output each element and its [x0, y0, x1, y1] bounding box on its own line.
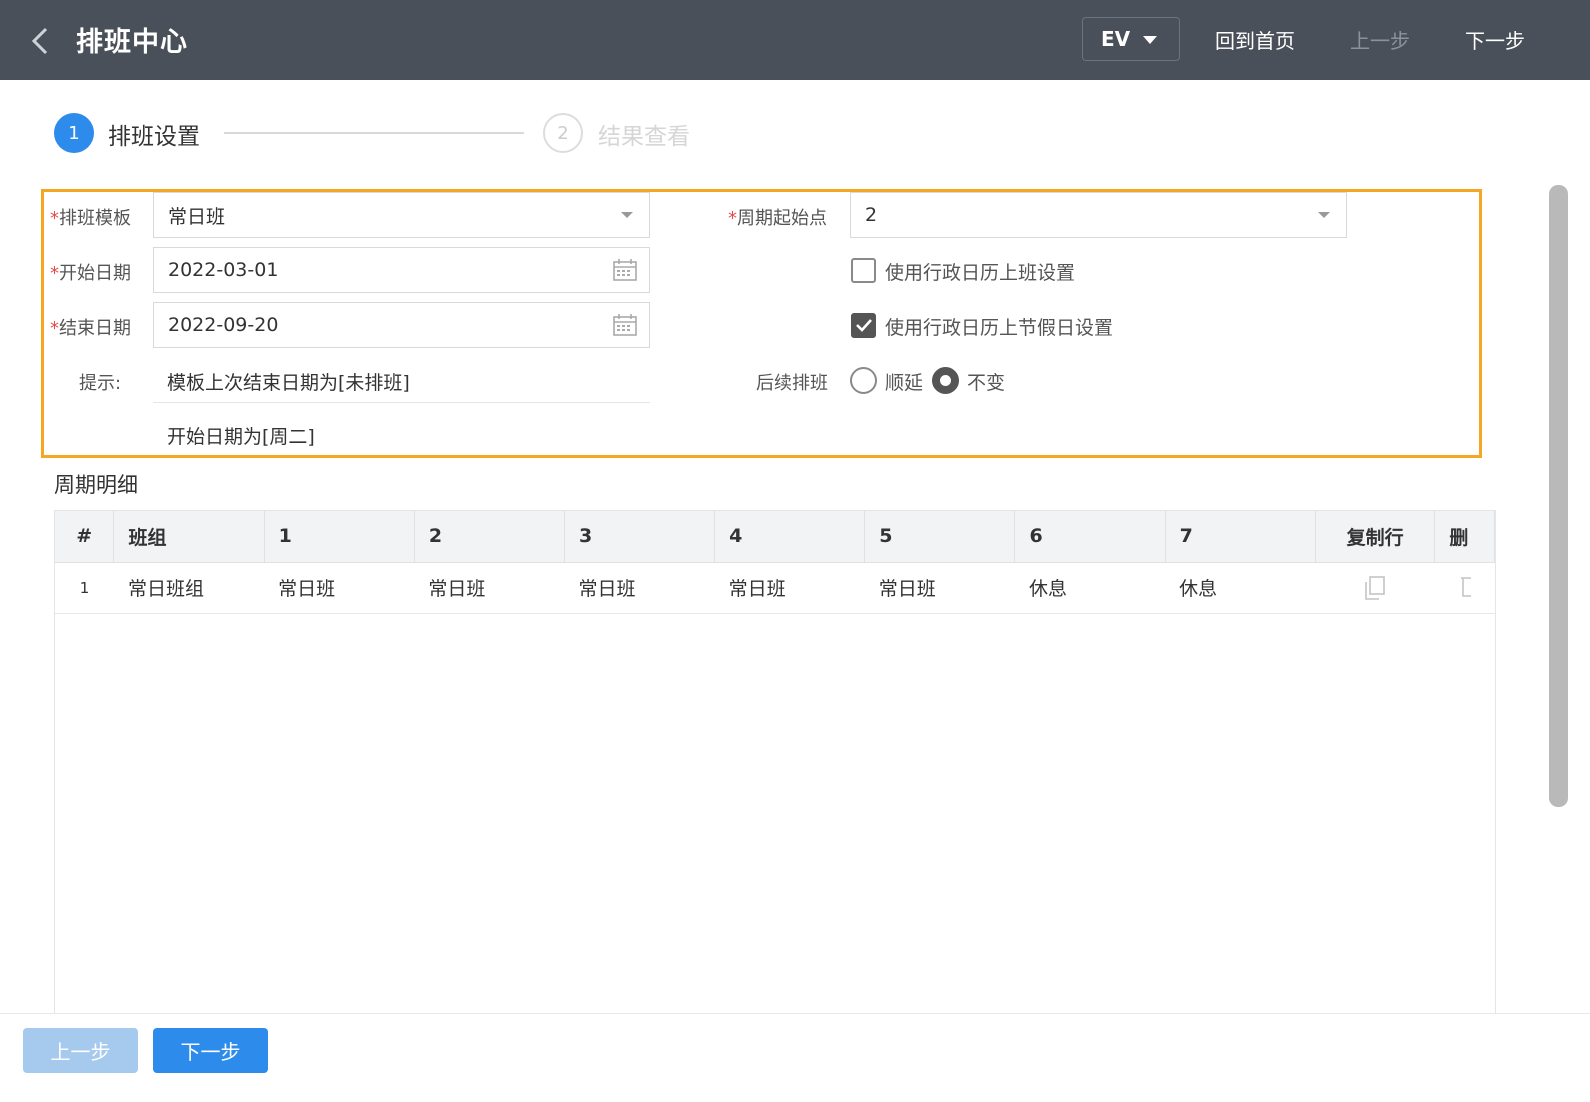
row-day-6[interactable]: 休息 — [1014, 562, 1166, 614]
top-header: 排班中心 EV 回到首页 上一步 下一步 — [0, 0, 1590, 80]
cycle-start-label: *周期起始点 — [728, 208, 827, 229]
row-day-2[interactable]: 常日班 — [414, 562, 565, 614]
row-day-3[interactable]: 常日班 — [564, 562, 715, 614]
end-date-value: 2022-09-20 — [168, 314, 279, 336]
chevron-down-icon — [621, 212, 633, 218]
row-group[interactable]: 常日班组 — [113, 562, 265, 614]
caret-down-icon — [1143, 36, 1157, 44]
cycle-table: # 班组 1 2 3 4 5 6 7 复制行 删 1 常日班组 常日班 常日班 … — [55, 511, 1495, 614]
template-label: *排班模板 — [50, 208, 131, 229]
col-header-day-2: 2 — [414, 511, 565, 563]
template-select[interactable]: 常日班 — [153, 192, 650, 238]
row-delete-cell — [1434, 562, 1495, 614]
step-connector-line — [224, 132, 524, 134]
calendar-icon[interactable] — [613, 259, 637, 281]
subsequent-schedule-label: 后续排班 — [756, 373, 828, 394]
col-header-group: 班组 — [113, 511, 265, 563]
trash-icon[interactable] — [1449, 572, 1473, 598]
header-next-step-link[interactable]: 下一步 — [1465, 25, 1525, 54]
step-1-circle: 1 — [54, 113, 94, 153]
end-date-input[interactable]: 2022-09-20 — [153, 302, 650, 348]
start-date-input[interactable]: 2022-03-01 — [153, 247, 650, 293]
row-index: 1 — [55, 562, 114, 614]
col-header-copy-row: 复制行 — [1315, 511, 1436, 563]
home-link[interactable]: 回到首页 — [1215, 25, 1295, 54]
end-date-label: *结束日期 — [50, 318, 131, 339]
col-header-day-3: 3 — [564, 511, 716, 563]
app-title: 排班中心 — [76, 27, 188, 58]
postpone-radio-label: 顺延 — [885, 372, 924, 394]
cycle-start-select[interactable]: 2 — [850, 192, 1347, 238]
col-header-index: # — [55, 511, 115, 563]
use-work-calendar-label: 使用行政日历上班设置 — [885, 262, 1076, 284]
hint-divider — [153, 402, 650, 403]
start-date-label: *开始日期 — [50, 263, 131, 284]
row-day-7[interactable]: 休息 — [1165, 562, 1316, 614]
next-step-button[interactable]: 下一步 — [153, 1028, 268, 1073]
calendar-icon[interactable] — [613, 314, 637, 336]
table-header-row: # 班组 1 2 3 4 5 6 7 复制行 删 — [55, 511, 1495, 563]
template-select-value: 常日班 — [168, 205, 226, 228]
table-row: 1 常日班组 常日班 常日班 常日班 常日班 常日班 休息 休息 — [55, 562, 1495, 614]
unchanged-radio[interactable] — [932, 367, 959, 394]
back-arrow-icon[interactable] — [28, 26, 52, 56]
row-copy-cell — [1315, 562, 1435, 614]
cycle-start-value: 2 — [865, 204, 878, 226]
step-2-label: 结果查看 — [598, 124, 690, 150]
row-day-4[interactable]: 常日班 — [714, 562, 865, 614]
step-2-circle: 2 — [543, 113, 583, 153]
check-icon — [856, 319, 872, 332]
use-holiday-calendar-label: 使用行政日历上节假日设置 — [885, 317, 1114, 339]
cycle-details-title: 周期明细 — [54, 473, 138, 497]
cycle-details-table: # 班组 1 2 3 4 5 6 7 复制行 删 1 常日班组 常日班 常日班 … — [54, 510, 1496, 1014]
start-date-value: 2022-03-01 — [168, 259, 279, 281]
vertical-scrollbar[interactable] — [1549, 185, 1568, 807]
col-header-day-6: 6 — [1014, 511, 1166, 563]
hint-label: 提示: — [79, 373, 122, 394]
row-day-5[interactable]: 常日班 — [864, 562, 1015, 614]
environment-select-value: EV — [1101, 27, 1131, 51]
chevron-down-icon — [1318, 212, 1330, 218]
col-header-day-1: 1 — [264, 511, 415, 563]
hint-last-end-date: 模板上次结束日期为[未排班] — [167, 372, 410, 394]
row-day-1[interactable]: 常日班 — [264, 562, 415, 614]
col-header-day-5: 5 — [864, 511, 1016, 563]
use-work-calendar-checkbox[interactable] — [851, 258, 876, 283]
col-header-day-7: 7 — [1165, 511, 1316, 563]
postpone-radio[interactable] — [850, 367, 877, 394]
hint-start-weekday: 开始日期为[周二] — [167, 426, 315, 448]
col-header-day-4: 4 — [714, 511, 866, 563]
header-prev-step-link[interactable]: 上一步 — [1350, 25, 1410, 54]
prev-step-button[interactable]: 上一步 — [23, 1028, 138, 1073]
use-holiday-calendar-checkbox[interactable] — [851, 313, 876, 338]
step-1-label: 排班设置 — [108, 124, 200, 150]
unchanged-radio-label: 不变 — [967, 372, 1006, 394]
col-header-delete: 删 — [1434, 511, 1495, 563]
environment-select[interactable]: EV — [1082, 17, 1180, 61]
copy-icon[interactable] — [1363, 575, 1387, 601]
